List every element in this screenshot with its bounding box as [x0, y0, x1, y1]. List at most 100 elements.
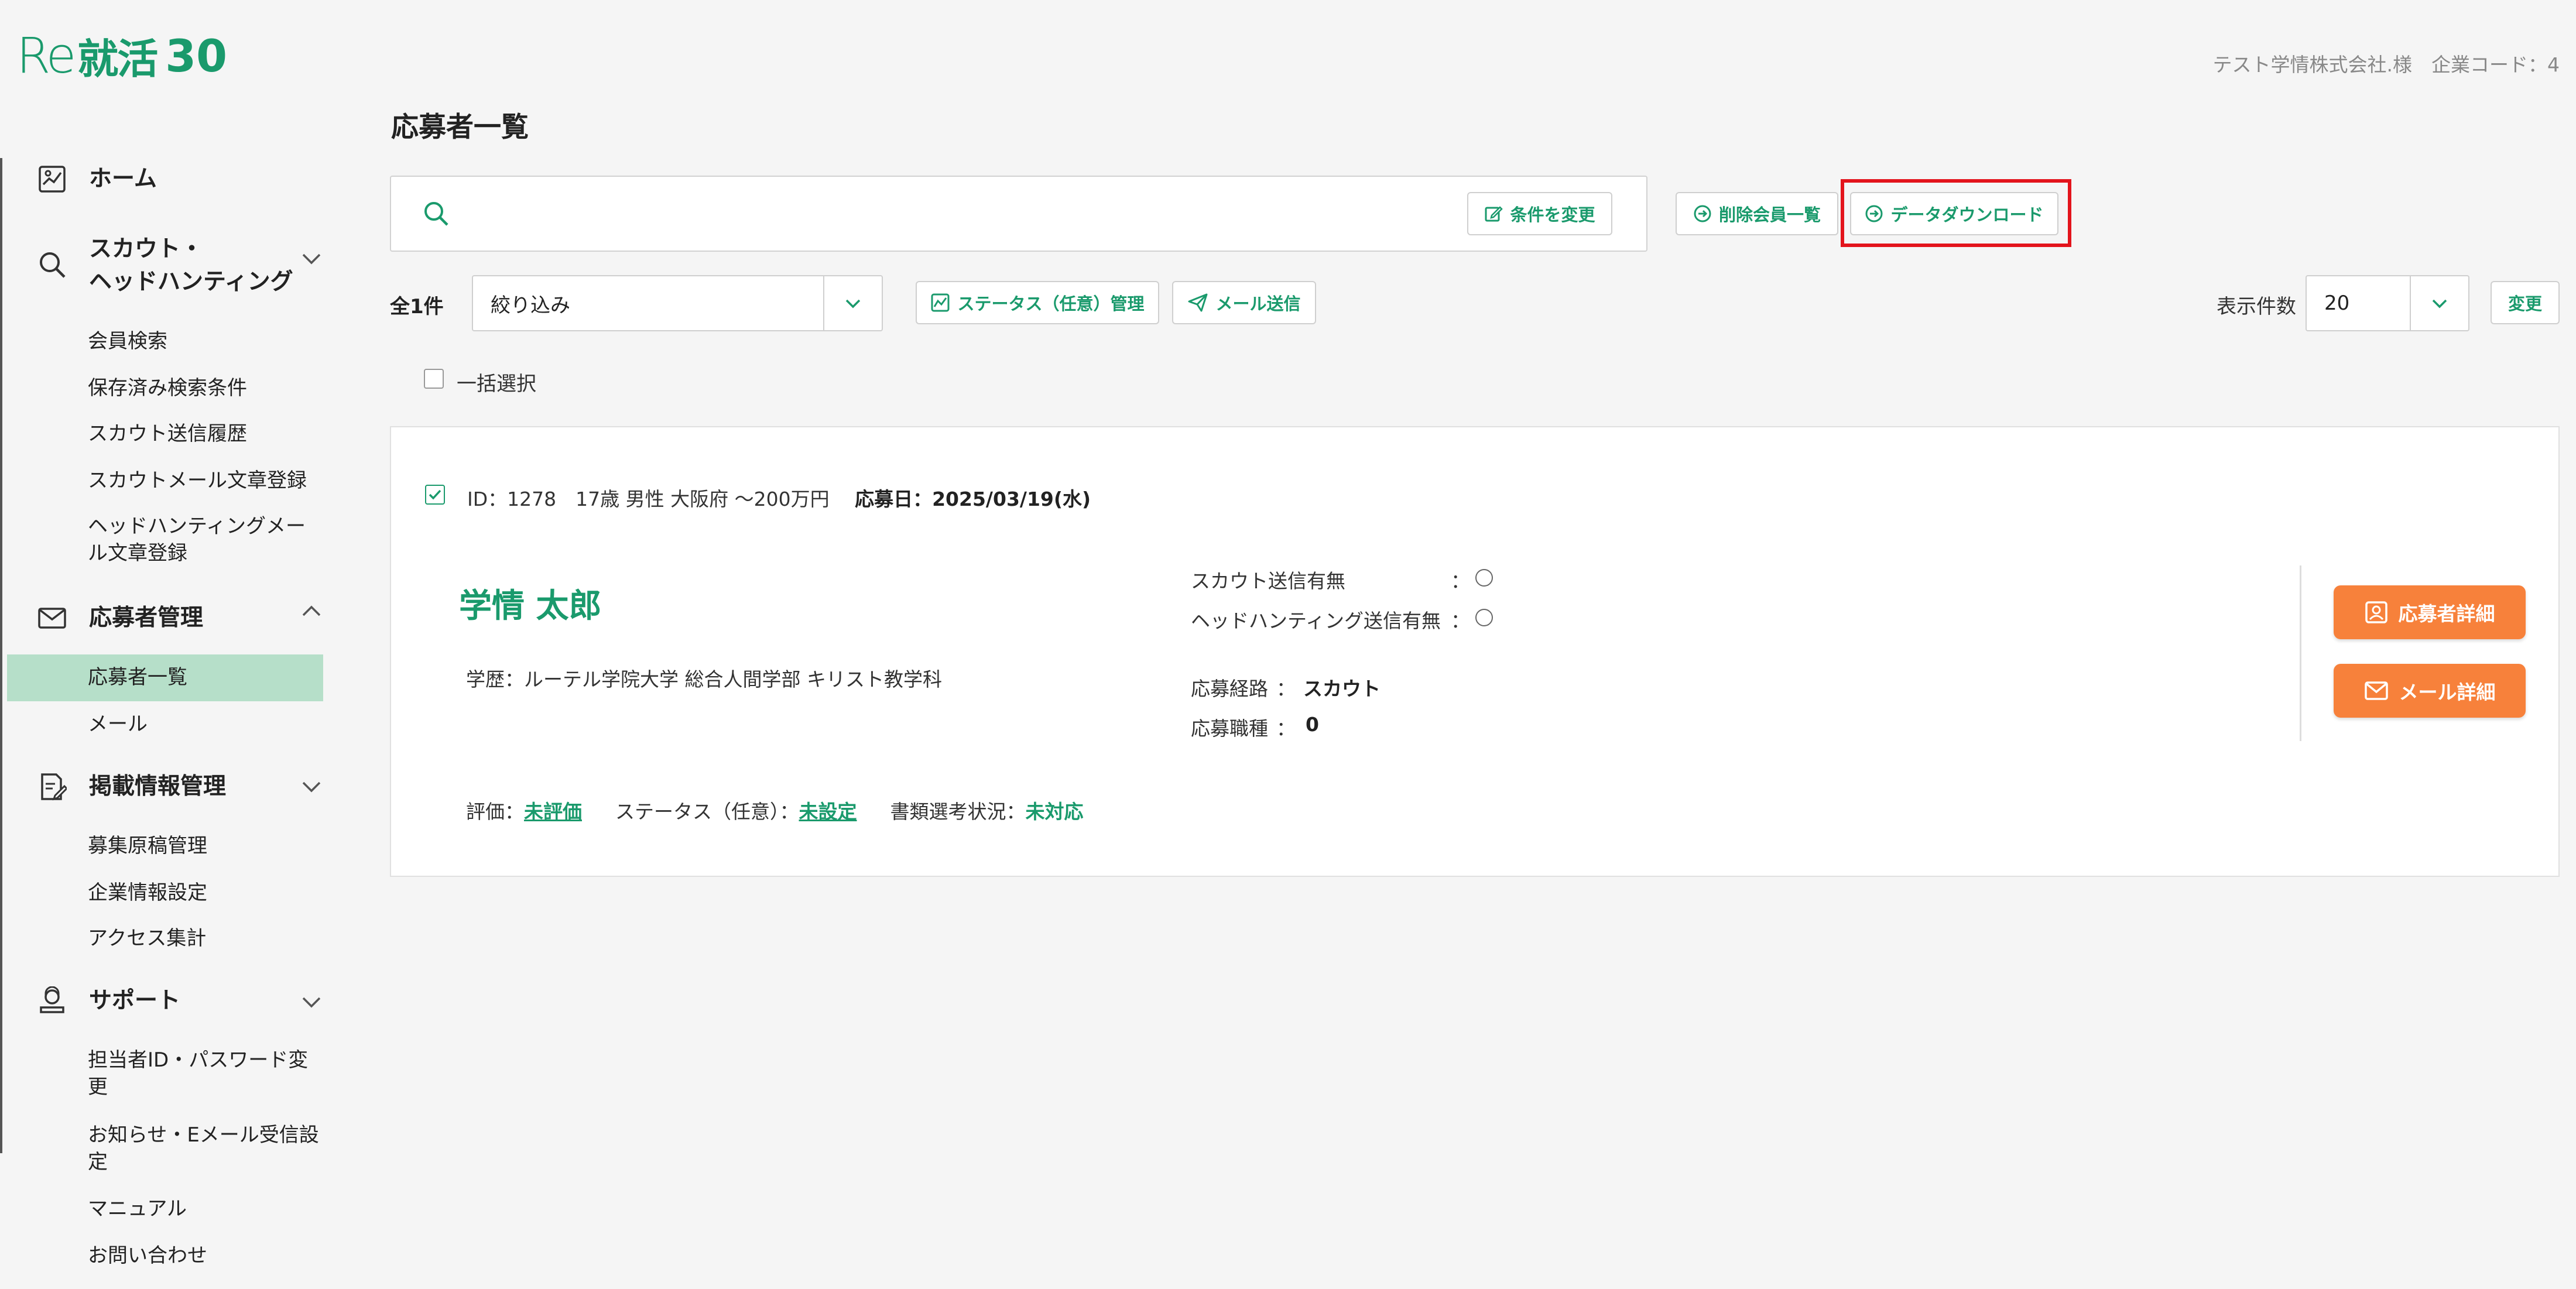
logo-re: Re — [16, 27, 76, 84]
search-icon[interactable] — [423, 200, 450, 229]
chevron-down-icon[interactable] — [301, 252, 322, 268]
result-count: 全1件 — [390, 295, 444, 318]
job-type-colon: ： — [1276, 717, 1296, 740]
check-icon — [429, 489, 441, 500]
applicant-id-info: ID：1278 17歳 男性 大阪府 ～200万円 — [467, 488, 830, 510]
nav-postings[interactable]: 掲載情報管理 — [36, 770, 226, 803]
mail-detail-button[interactable]: メール詳細 — [2334, 664, 2526, 718]
highlight-box — [1841, 179, 2071, 247]
sidebar-item-manual[interactable]: マニュアル — [88, 1195, 187, 1222]
deleted-members-button[interactable]: 削除会員一覧 — [1676, 192, 1838, 235]
doc-screening-label: 書類選考状況： — [890, 800, 1026, 823]
home-icon — [36, 163, 68, 196]
sidebar-item-contact[interactable]: お問い合わせ — [88, 1242, 207, 1269]
chart-icon — [931, 293, 950, 312]
send-mail-button[interactable]: メール送信 — [1172, 281, 1316, 324]
applicant-education: 学歴：ルーテル学院大学 総合人間学部 キリスト教学科 — [466, 668, 942, 691]
job-type-value: 0 — [1306, 713, 1319, 736]
rating-label: 評価： — [466, 800, 524, 823]
per-page-change-label: 変更 — [2508, 294, 2542, 314]
nav-applicants[interactable]: 応募者管理 — [36, 602, 203, 635]
filter-select-value: 絞り込み — [491, 293, 570, 317]
select-all-label: 一括選択 — [457, 372, 536, 396]
nav-support-label: サポート — [89, 988, 181, 1014]
headhunt-sent-colon: ： — [1451, 609, 1470, 632]
sidebar-item-mail[interactable]: メール — [88, 711, 148, 738]
per-page-change-button[interactable]: 変更 — [2491, 281, 2560, 324]
sidebar-item-scout-mail-template[interactable]: スカウトメール文章登録 — [88, 467, 307, 494]
job-type-label: 応募職種 — [1191, 717, 1268, 740]
sidebar-item-saved-search[interactable]: 保存済み検索条件 — [88, 375, 247, 402]
sidebar-item-recruitment-drafts[interactable]: 募集原稿管理 — [88, 832, 207, 859]
sidebar-item-notification-settings[interactable]: お知らせ・Eメール受信設 定 — [88, 1122, 334, 1175]
status-manage-label: ステータス（任意）管理 — [957, 294, 1145, 314]
edit-icon — [1485, 206, 1503, 222]
mail-detail-label: メール詳細 — [2399, 681, 2496, 704]
headhunt-sent-indicator — [1475, 609, 1493, 626]
chevron-down-icon — [2410, 276, 2468, 330]
rating-link[interactable]: 未評価 — [524, 800, 582, 823]
chevron-up-icon[interactable] — [301, 604, 322, 620]
route-value: スカウト — [1303, 677, 1381, 700]
per-page-value: 20 — [2324, 292, 2350, 315]
nav-scout[interactable]: スカウト・ ヘッドハンティング — [36, 233, 311, 299]
doc-screening-value: 未対応 — [1025, 800, 1084, 823]
nav-scout-label: スカウト・ ヘッドハンティング — [89, 236, 293, 295]
applicant-checkbox[interactable] — [425, 485, 445, 505]
sidebar-item-company-settings[interactable]: 企業情報設定 — [88, 879, 207, 906]
sidebar-item-access-stats[interactable]: アクセス集計 — [88, 925, 206, 952]
nav-support[interactable]: サポート — [36, 985, 180, 1017]
route-colon: ： — [1276, 677, 1296, 700]
sidebar-item-headhunt-mail-template[interactable]: ヘッドハンティングメー ル文章登録 — [88, 513, 334, 567]
mail-icon — [36, 602, 68, 635]
logo-number: 30 — [165, 29, 228, 82]
change-conditions-button[interactable]: 条件を変更 — [1467, 192, 1612, 235]
scout-sent-indicator — [1475, 569, 1493, 587]
send-mail-label: メール送信 — [1215, 294, 1301, 314]
chevron-down-icon[interactable] — [301, 995, 322, 1012]
page-title: 応募者一覧 — [391, 111, 529, 143]
search-icon — [36, 248, 68, 281]
chevron-down-icon[interactable] — [301, 780, 322, 796]
chevron-down-icon — [823, 276, 882, 330]
sidebar-item-member-search[interactable]: 会員検索 — [88, 328, 167, 355]
per-page-label: 表示件数 — [2217, 295, 2296, 318]
sidebar-item-account-settings[interactable]: 担当者ID・パスワード変 更 — [88, 1047, 334, 1101]
status-label: ステータス（任意）： — [615, 800, 799, 823]
card-divider — [2300, 565, 2301, 741]
arrow-circle-icon — [1694, 205, 1711, 222]
route-label: 応募経路 — [1191, 677, 1268, 700]
applicant-detail-label: 応募者詳細 — [2398, 602, 2495, 625]
company-info: テスト学情株式会社.様 企業コード：4 — [2212, 53, 2560, 76]
filter-select[interactable]: 絞り込み — [472, 275, 883, 331]
sidebar-edge — [0, 158, 2, 1153]
nav-home-label: ホーム — [89, 166, 157, 192]
edit-document-icon — [36, 770, 68, 803]
support-icon — [36, 985, 68, 1017]
headhunt-sent-label: ヘッドハンティング送信有無 — [1191, 609, 1441, 632]
change-conditions-label: 条件を変更 — [1510, 205, 1595, 225]
nav-applicants-label: 応募者管理 — [89, 605, 204, 631]
nav-home[interactable]: ホーム — [36, 163, 157, 196]
user-card-icon — [2365, 601, 2387, 623]
search-bar[interactable] — [390, 176, 1647, 252]
sidebar-item-scout-history[interactable]: スカウト送信履歴 — [88, 420, 247, 447]
applicant-meta: ID：1278 17歳 男性 大阪府 ～200万円 応募日：2025/03/19… — [467, 484, 1091, 512]
applied-date: 応募日：2025/03/19(水) — [855, 488, 1091, 510]
nav-postings-label: 掲載情報管理 — [89, 773, 227, 800]
applicant-detail-button[interactable]: 応募者詳細 — [2334, 585, 2526, 639]
per-page-select[interactable]: 20 — [2306, 275, 2469, 331]
scout-sent-label: スカウト送信有無 — [1191, 570, 1345, 592]
sidebar-item-applicant-list[interactable]: 応募者一覧 — [88, 664, 187, 691]
deleted-members-label: 削除会員一覧 — [1718, 205, 1821, 225]
status-manage-button[interactable]: ステータス（任意）管理 — [916, 281, 1159, 324]
logo-text: 就活 — [77, 35, 158, 83]
applicant-status-line: 評価：未評価 ステータス（任意）：未設定 書類選考状況：未対応 — [466, 796, 1084, 824]
paper-plane-icon — [1188, 293, 1208, 312]
applicant-name[interactable]: 学情 太郎 — [459, 580, 602, 627]
status-link[interactable]: 未設定 — [799, 800, 857, 823]
mail-icon — [2364, 681, 2388, 700]
brand-logo[interactable]: Re 就活 30 — [16, 27, 228, 84]
scout-sent-colon: ： — [1451, 570, 1470, 592]
select-all-checkbox[interactable] — [424, 369, 444, 389]
